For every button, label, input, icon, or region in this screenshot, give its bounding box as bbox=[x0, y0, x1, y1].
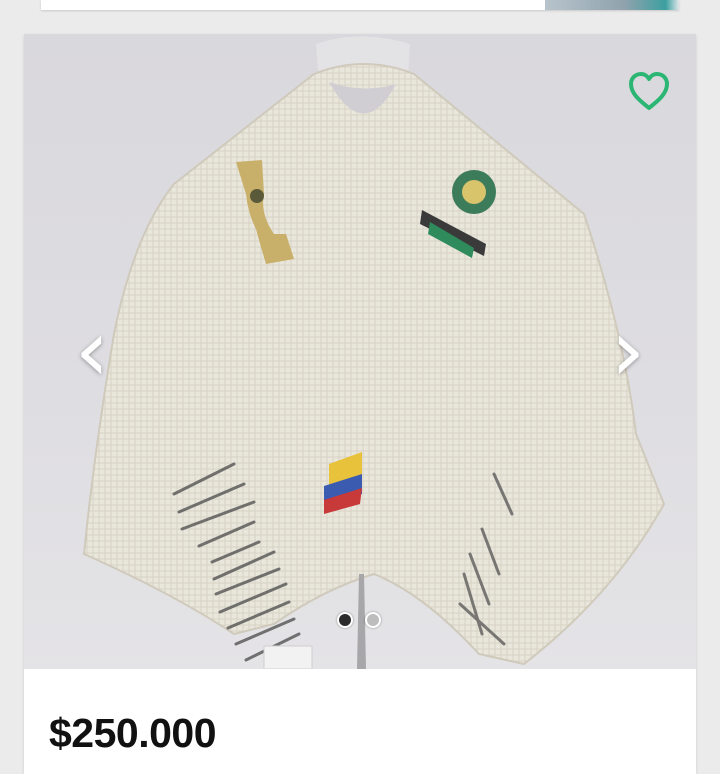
heart-outline-icon bbox=[629, 72, 669, 110]
product-price: $250.000 bbox=[49, 710, 217, 756]
gallery-dot-2[interactable] bbox=[365, 612, 381, 628]
gallery-dot-1[interactable] bbox=[337, 612, 353, 628]
product-photo bbox=[82, 36, 666, 669]
favorite-button[interactable] bbox=[625, 69, 673, 113]
product-card: ‹ › $250.000 bbox=[24, 34, 696, 774]
previous-listing-card[interactable] bbox=[41, 0, 679, 10]
gallery-prev-arrow[interactable]: ‹ bbox=[62, 306, 122, 396]
gallery-next-arrow[interactable]: › bbox=[598, 306, 658, 396]
product-image-gallery[interactable]: ‹ › bbox=[24, 34, 696, 669]
gallery-pagination bbox=[337, 612, 381, 632]
previous-listing-thumbnail bbox=[545, 0, 679, 10]
